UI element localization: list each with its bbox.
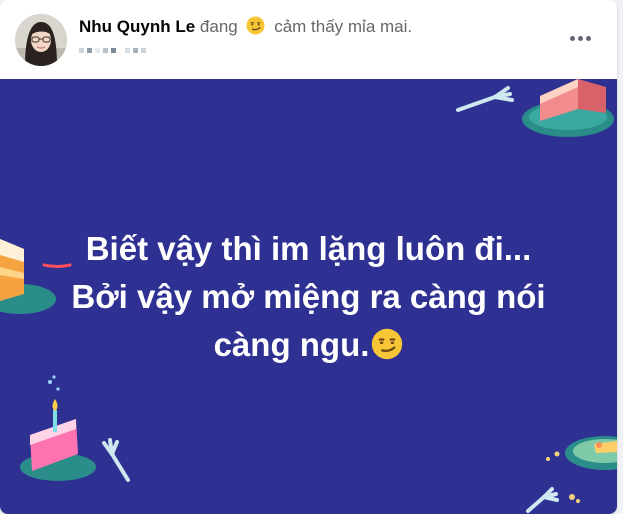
message-line-3: càng ngu. (213, 326, 370, 363)
smirking-face-icon (246, 16, 265, 40)
author-avatar[interactable] (15, 14, 67, 66)
status-prefix: đang (199, 17, 238, 36)
plate-icon (565, 436, 617, 470)
post-card: Nhu Quynh Le đang cảm thấy mỉa mai. Biết… (0, 0, 617, 514)
more-options-button[interactable] (566, 26, 594, 50)
crumb (554, 451, 560, 457)
message-line-1: Biết vậy thì im lặng luôn đi... (85, 230, 532, 267)
fork-icon (526, 487, 559, 513)
cake-plate-icon (522, 79, 614, 137)
post-author-line: Nhu Quynh Le đang cảm thấy mỉa mai. (79, 16, 412, 40)
post-message: Biết vậy thì im lặng luôn đi... Bởi vậy … (0, 225, 617, 373)
crumb (546, 457, 550, 461)
crumb (569, 494, 575, 500)
crumb (576, 499, 580, 503)
avatar-image (15, 14, 67, 66)
feeling-text[interactable]: cảm thấy mỉa mai. (274, 17, 412, 36)
message-line-2: Bởi vậy mở miệng ra càng nói (71, 278, 546, 315)
message-line-3-wrapper: càng ngu. (0, 321, 617, 373)
author-name[interactable]: Nhu Quynh Le (79, 17, 195, 36)
post-background-banner: Biết vậy thì im lặng luôn đi... Bởi vậy … (0, 79, 617, 514)
cake-with-candle-icon (20, 375, 96, 481)
fork-icon (102, 438, 130, 482)
post-meta-obscured (79, 42, 146, 58)
post-header: Nhu Quynh Le đang cảm thấy mỉa mai. (0, 0, 617, 79)
smirking-face-icon (371, 325, 403, 373)
more-options-icon (569, 35, 575, 41)
fork-icon (456, 86, 514, 112)
